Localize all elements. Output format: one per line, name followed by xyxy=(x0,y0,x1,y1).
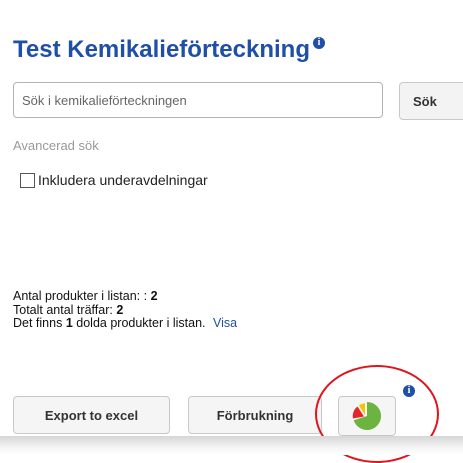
page-title-text: Test Kemikalieförteckning xyxy=(13,36,310,63)
product-count-row: Antal produkter i listan: : 2 xyxy=(13,289,237,304)
include-subdivisions-label: Inkludera underavdelningar xyxy=(38,172,208,188)
hidden-products-count: 1 xyxy=(65,316,73,330)
hidden-products-suffix: dolda produkter i listan. xyxy=(76,316,206,330)
consumption-button[interactable]: Förbrukning xyxy=(188,396,322,434)
include-subdivisions-option[interactable]: Inkludera underavdelningar xyxy=(20,172,208,188)
show-hidden-link[interactable]: Visa xyxy=(213,316,237,330)
hidden-products-row: Det finns 1 dolda produkter i listan. Vi… xyxy=(13,316,237,331)
pie-chart-button[interactable] xyxy=(338,396,396,436)
product-count-label: Antal produkter i listan: : xyxy=(13,289,148,303)
export-excel-button[interactable]: Export to excel xyxy=(13,396,170,434)
panel-shadow xyxy=(0,436,463,455)
hidden-products-prefix: Det finns xyxy=(13,316,63,330)
hit-count-row: Totalt antal träffar: 2 xyxy=(13,302,237,318)
chemical-list-panel: Test Kemikalieförteckning i Sök Avancera… xyxy=(0,0,463,463)
product-count-value: 2 xyxy=(150,289,158,303)
advanced-search-link[interactable]: Avancerad sök xyxy=(13,138,99,153)
info-icon[interactable]: i xyxy=(312,37,325,49)
chart-info-icon[interactable]: i xyxy=(403,385,415,397)
result-stats: Antal produkter i listan: : 2 Totalt ant… xyxy=(13,289,237,331)
hit-count-label: Totalt antal träffar: xyxy=(13,302,113,317)
hit-count-value: 2 xyxy=(116,302,124,317)
search-input[interactable] xyxy=(13,82,383,118)
page-title: Test Kemikalieförteckning i xyxy=(13,36,325,64)
pie-chart-icon xyxy=(352,401,382,430)
search-button[interactable]: Sök xyxy=(399,82,463,120)
include-subdivisions-checkbox[interactable] xyxy=(20,172,35,188)
